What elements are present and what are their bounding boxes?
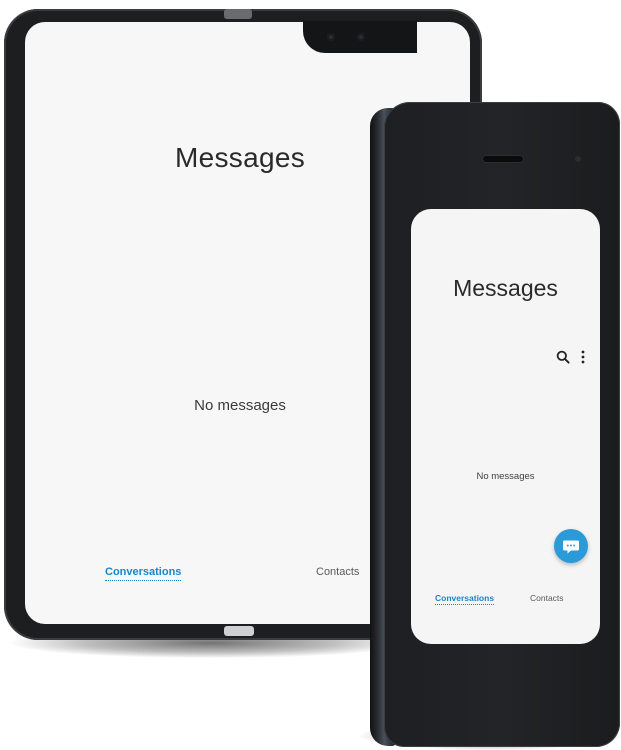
search-icon[interactable]: [556, 350, 570, 364]
camera-notch: [303, 21, 417, 53]
tab-contacts[interactable]: Contacts: [530, 593, 564, 603]
tab-conversations[interactable]: Conversations: [435, 593, 495, 605]
compose-button[interactable]: [554, 529, 588, 563]
tab-conversations[interactable]: Conversations: [105, 566, 182, 581]
cover-screen: Messages No messages Conversations Conta…: [411, 209, 600, 644]
proximity-sensor: [575, 156, 581, 162]
front-camera-icon: [357, 33, 365, 41]
empty-state-text: No messages: [476, 471, 535, 482]
page-title: Messages: [453, 275, 558, 301]
tab-contacts[interactable]: Contacts: [316, 566, 359, 578]
more-options-icon[interactable]: [579, 349, 587, 365]
compose-message-icon: [563, 540, 579, 554]
earpiece-speaker: [483, 156, 523, 162]
hinge-top: [224, 9, 252, 19]
front-camera-icon: [327, 33, 335, 41]
hinge-bottom: [224, 626, 254, 636]
